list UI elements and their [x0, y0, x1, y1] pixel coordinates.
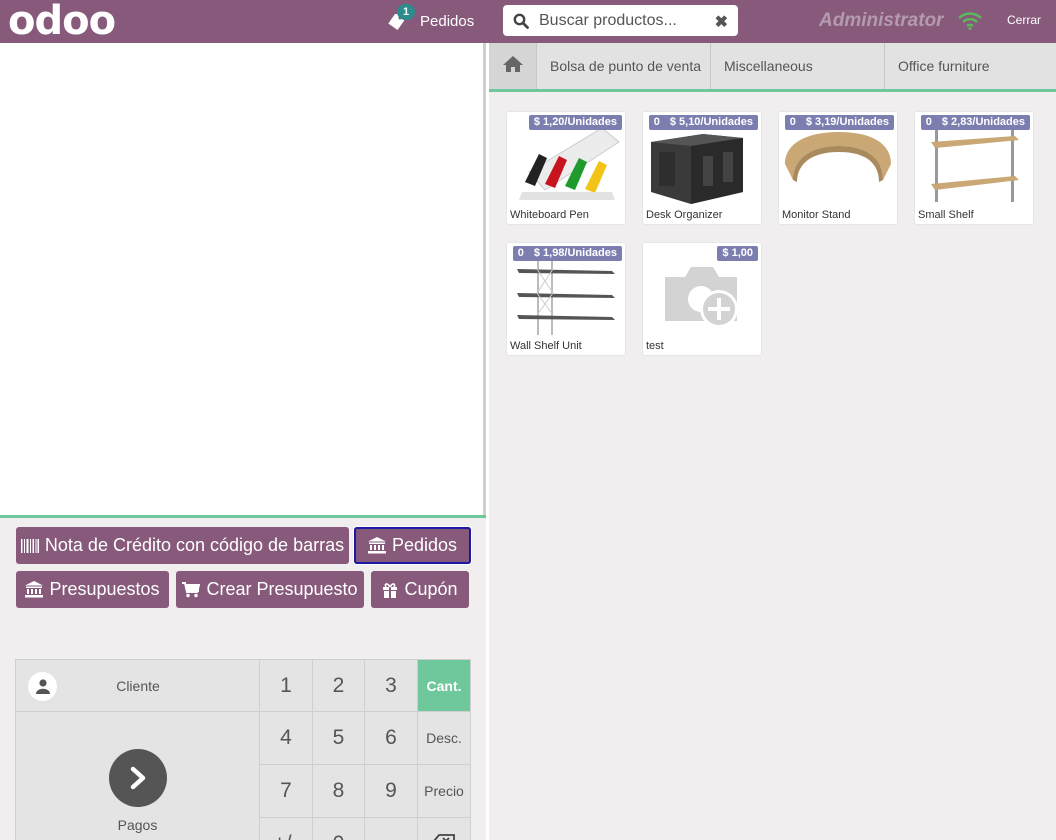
product-price-tag: $ 1,20/Unidades — [528, 115, 622, 130]
product-qty: 0 — [789, 116, 796, 128]
search-icon — [503, 5, 539, 36]
numpad-backspace-button[interactable] — [418, 818, 471, 840]
product-card[interactable]: 0 $ 5,10/Unidades Desk Organizer — [642, 111, 762, 225]
product-price-tag: 0 $ 1,98/Unidades — [512, 246, 622, 261]
product-card[interactable]: $ 1,20/Unidades Whiteboard Pen — [506, 111, 626, 225]
mode-quantity-button[interactable]: Cant. — [418, 660, 471, 712]
quotations-label: Presupuestos — [49, 579, 160, 599]
credit-note-label: Nota de Crédito con código de barras — [44, 535, 345, 555]
user-name[interactable]: Administrator — [819, 10, 944, 32]
category-bolsa[interactable]: Bolsa de punto de venta — [537, 43, 711, 89]
numpad-area: Cliente Pagos 1 2 3 Cant. 4 5 6 Desc. 7 … — [15, 659, 471, 840]
product-card[interactable]: 0 $ 3,19/Unidades Monitor Stand — [778, 111, 898, 225]
product-card[interactable]: 0 $ 1,98/Unidades Wall Shelf Unit — [506, 242, 626, 356]
close-button[interactable]: Cerrar — [1007, 13, 1041, 27]
orders-control-button[interactable]: Pedidos — [354, 527, 471, 564]
numpad-key-1[interactable]: 1 — [260, 660, 313, 712]
backspace-icon — [433, 834, 455, 840]
numpad-key-4[interactable]: 4 — [260, 712, 313, 765]
product-qty: 0 — [925, 116, 932, 128]
product-price: $ 1,20/Unidades — [533, 116, 617, 128]
barcode-icon — [20, 538, 39, 554]
create-quotation-button[interactable]: Crear Presupuesto — [176, 571, 364, 608]
quotations-button[interactable]: Presupuestos — [16, 571, 169, 608]
product-card[interactable]: $ 1,00 test — [642, 242, 762, 356]
product-price-tag: 0 $ 3,19/Unidades — [784, 115, 894, 130]
product-price-tag: $ 1,00 — [717, 246, 758, 261]
product-pane: Bolsa de punto de venta Miscellaneous Of… — [489, 43, 1056, 840]
product-name: Whiteboard Pen — [510, 209, 589, 221]
chevron-right-icon — [108, 748, 167, 807]
product-price-tag: 0 $ 2,83/Unidades — [920, 115, 1030, 130]
cart-icon — [182, 581, 201, 598]
payment-label: Pagos — [117, 816, 158, 833]
search-box: ✖ — [503, 5, 738, 36]
product-price-tag: 0 $ 5,10/Unidades — [648, 115, 758, 130]
category-home-button[interactable] — [489, 43, 537, 89]
orders-control-label: Pedidos — [391, 535, 458, 555]
gift-icon — [382, 582, 398, 598]
product-price: $ 3,19/Unidades — [805, 116, 889, 128]
category-miscellaneous[interactable]: Miscellaneous — [711, 43, 885, 89]
numpad-key-comma[interactable]: , — [365, 818, 418, 840]
create-quotation-label: Crear Presupuesto — [206, 579, 358, 599]
customer-button[interactable]: Cliente — [16, 660, 260, 712]
home-icon — [502, 55, 524, 78]
product-name: Monitor Stand — [782, 209, 851, 221]
top-bar: odoo 1 Pedidos ✖ Administrator Cerrar — [0, 0, 1056, 43]
product-qty: 0 — [653, 116, 660, 128]
mode-price-button[interactable]: Precio — [418, 765, 471, 818]
numpad-key-7[interactable]: 7 — [260, 765, 313, 818]
bank-icon — [367, 537, 386, 554]
product-card[interactable]: 0 $ 2,83/Unidades Small Shelf — [914, 111, 1034, 225]
product-price: $ 2,83/Unidades — [941, 116, 1025, 128]
numpad-key-5[interactable]: 5 — [313, 712, 365, 765]
payment-button[interactable]: Pagos — [16, 712, 260, 840]
numpad-key-2[interactable]: 2 — [313, 660, 365, 712]
search-input[interactable] — [539, 11, 709, 30]
bank-icon — [25, 581, 44, 598]
numpad-key-3[interactable]: 3 — [365, 660, 418, 712]
odoo-logo: odoo — [8, 0, 116, 44]
wifi-icon — [958, 12, 982, 35]
product-name: Small Shelf — [918, 209, 974, 221]
numpad-key-8[interactable]: 8 — [313, 765, 365, 818]
order-pane: Nota de Crédito con código de barras Ped… — [0, 43, 486, 840]
control-panel: Nota de Crédito con código de barras Ped… — [0, 518, 486, 840]
category-bar: Bolsa de punto de venta Miscellaneous Of… — [489, 43, 1056, 92]
product-price: $ 5,10/Unidades — [669, 116, 753, 128]
product-name: test — [646, 340, 664, 352]
coupon-button[interactable]: Cupón — [371, 571, 469, 608]
coupon-label: Cupón — [404, 579, 458, 599]
numpad-key-0[interactable]: 0 — [313, 818, 365, 840]
product-qty: 0 — [517, 247, 524, 259]
category-office-furniture[interactable]: Office furniture — [885, 43, 1056, 89]
orders-count-badge: 1 — [397, 4, 415, 20]
product-price: $ 1,00 — [722, 247, 753, 259]
numpad-key-plus-minus[interactable]: +/- — [260, 818, 313, 840]
customer-label: Cliente — [116, 677, 160, 694]
clear-search-icon[interactable]: ✖ — [715, 12, 728, 32]
ticket-icon: 1 — [386, 4, 415, 32]
product-name: Desk Organizer — [646, 209, 723, 221]
mode-discount-button[interactable]: Desc. — [418, 712, 471, 765]
orders-button[interactable]: 1 Pedidos — [386, 4, 475, 36]
orders-label: Pedidos — [420, 12, 475, 30]
product-name: Wall Shelf Unit — [510, 340, 582, 352]
credit-note-barcode-button[interactable]: Nota de Crédito con código de barras — [16, 527, 349, 564]
numpad-key-9[interactable]: 9 — [365, 765, 418, 818]
numpad-key-6[interactable]: 6 — [365, 712, 418, 765]
product-price: $ 1,98/Unidades — [533, 247, 617, 259]
